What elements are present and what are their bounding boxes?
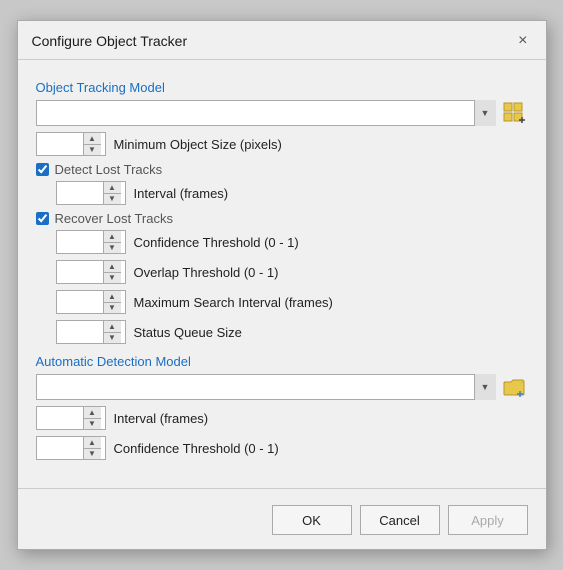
max-search-arrows: ▲ ▼ <box>103 291 121 313</box>
auto-detection-dropdown-wrap: ▼ <box>36 374 496 400</box>
recover-lost-tracks-row: Recover Lost Tracks <box>36 211 528 226</box>
auto-confidence-label: Confidence Threshold (0 - 1) <box>114 441 279 456</box>
auto-interval-input[interactable]: 1 <box>37 407 83 429</box>
overlap-label: Overlap Threshold (0 - 1) <box>134 265 279 280</box>
confidence-threshold-row: 0.100 ▲ ▼ Confidence Threshold (0 - 1) <box>56 230 528 254</box>
recover-lost-tracks-checkbox[interactable] <box>36 212 49 225</box>
interval-spinbox: 5 ▲ ▼ <box>56 181 126 205</box>
interval-down[interactable]: ▼ <box>104 194 121 205</box>
interval-frames-row: 5 ▲ ▼ Interval (frames) <box>56 181 528 205</box>
max-search-spinbox: 60 ▲ ▼ <box>56 290 126 314</box>
interval-arrows: ▲ ▼ <box>103 182 121 204</box>
status-queue-row: 60 ▲ ▼ Status Queue Size <box>56 320 528 344</box>
max-search-interval-row: 60 ▲ ▼ Maximum Search Interval (frames) <box>56 290 528 314</box>
min-object-size-up[interactable]: ▲ <box>84 133 101 145</box>
confidence-up[interactable]: ▲ <box>104 231 121 243</box>
interval-label: Interval (frames) <box>134 186 229 201</box>
footer-divider <box>18 488 546 489</box>
tracking-model-label: Object Tracking Model <box>36 80 528 95</box>
confidence-label: Confidence Threshold (0 - 1) <box>134 235 299 250</box>
auto-confidence-row: 0.400 ▲ ▼ Confidence Threshold (0 - 1) <box>36 436 528 460</box>
tracking-model-dropdown-wrap: ▼ <box>36 100 496 126</box>
auto-detection-label: Automatic Detection Model <box>36 354 528 369</box>
min-object-size-input[interactable]: 10 <box>37 133 83 155</box>
overlap-up[interactable]: ▲ <box>104 261 121 273</box>
close-button[interactable]: × <box>514 31 531 51</box>
auto-interval-label: Interval (frames) <box>114 411 209 426</box>
auto-interval-up[interactable]: ▲ <box>84 407 101 419</box>
cancel-button[interactable]: Cancel <box>360 505 440 535</box>
confidence-arrows: ▲ ▼ <box>103 231 121 253</box>
status-queue-spinbox: 60 ▲ ▼ <box>56 320 126 344</box>
status-queue-down[interactable]: ▼ <box>104 333 121 344</box>
confidence-down[interactable]: ▼ <box>104 243 121 254</box>
configure-object-tracker-dialog: Configure Object Tracker × Object Tracki… <box>17 20 547 550</box>
confidence-spinbox: 0.100 ▲ ▼ <box>56 230 126 254</box>
auto-detection-select[interactable] <box>36 374 496 400</box>
auto-detection-folder-button[interactable] <box>500 374 528 400</box>
auto-confidence-down[interactable]: ▼ <box>84 449 101 460</box>
interval-input[interactable]: 5 <box>57 182 103 204</box>
apply-button[interactable]: Apply <box>448 505 528 535</box>
auto-interval-row: 1 ▲ ▼ Interval (frames) <box>36 406 528 430</box>
confidence-input[interactable]: 0.100 <box>57 231 103 253</box>
detect-lost-tracks-label: Detect Lost Tracks <box>55 162 163 177</box>
add-model-icon <box>503 102 525 124</box>
detect-lost-tracks-checkbox[interactable] <box>36 163 49 176</box>
auto-interval-spinbox: 1 ▲ ▼ <box>36 406 106 430</box>
dialog-footer: OK Cancel Apply <box>18 497 546 549</box>
detect-lost-tracks-row: Detect Lost Tracks <box>36 162 528 177</box>
tracking-model-add-button[interactable] <box>500 100 528 126</box>
tracking-model-select[interactable] <box>36 100 496 126</box>
auto-confidence-spinbox: 0.400 ▲ ▼ <box>36 436 106 460</box>
tracking-model-row: ▼ <box>36 100 528 126</box>
auto-confidence-arrows: ▲ ▼ <box>83 437 101 459</box>
dialog-title: Configure Object Tracker <box>32 33 188 49</box>
overlap-spinbox: 0.100 ▲ ▼ <box>56 260 126 284</box>
status-queue-arrows: ▲ ▼ <box>103 321 121 343</box>
min-object-size-down[interactable]: ▼ <box>84 145 101 156</box>
auto-interval-arrows: ▲ ▼ <box>83 407 101 429</box>
max-search-up[interactable]: ▲ <box>104 291 121 303</box>
min-object-size-label: Minimum Object Size (pixels) <box>114 137 282 152</box>
auto-confidence-input[interactable]: 0.400 <box>37 437 83 459</box>
max-search-label: Maximum Search Interval (frames) <box>134 295 333 310</box>
status-queue-label: Status Queue Size <box>134 325 242 340</box>
max-search-down[interactable]: ▼ <box>104 303 121 314</box>
overlap-arrows: ▲ ▼ <box>103 261 121 283</box>
min-object-size-arrows: ▲ ▼ <box>83 133 101 155</box>
ok-button[interactable]: OK <box>272 505 352 535</box>
auto-interval-down[interactable]: ▼ <box>84 419 101 430</box>
overlap-threshold-row: 0.100 ▲ ▼ Overlap Threshold (0 - 1) <box>56 260 528 284</box>
interval-up[interactable]: ▲ <box>104 182 121 194</box>
auto-confidence-up[interactable]: ▲ <box>84 437 101 449</box>
dialog-body: Object Tracking Model ▼ <box>18 60 546 478</box>
overlap-input[interactable]: 0.100 <box>57 261 103 283</box>
min-object-size-spinbox: 10 ▲ ▼ <box>36 132 106 156</box>
title-bar: Configure Object Tracker × <box>18 21 546 60</box>
status-queue-input[interactable]: 60 <box>57 321 103 343</box>
overlap-down[interactable]: ▼ <box>104 273 121 284</box>
folder-icon <box>503 377 525 397</box>
status-queue-up[interactable]: ▲ <box>104 321 121 333</box>
auto-detection-row: ▼ <box>36 374 528 400</box>
min-object-size-row: 10 ▲ ▼ Minimum Object Size (pixels) <box>36 132 528 156</box>
max-search-input[interactable]: 60 <box>57 291 103 313</box>
recover-lost-tracks-label: Recover Lost Tracks <box>55 211 174 226</box>
